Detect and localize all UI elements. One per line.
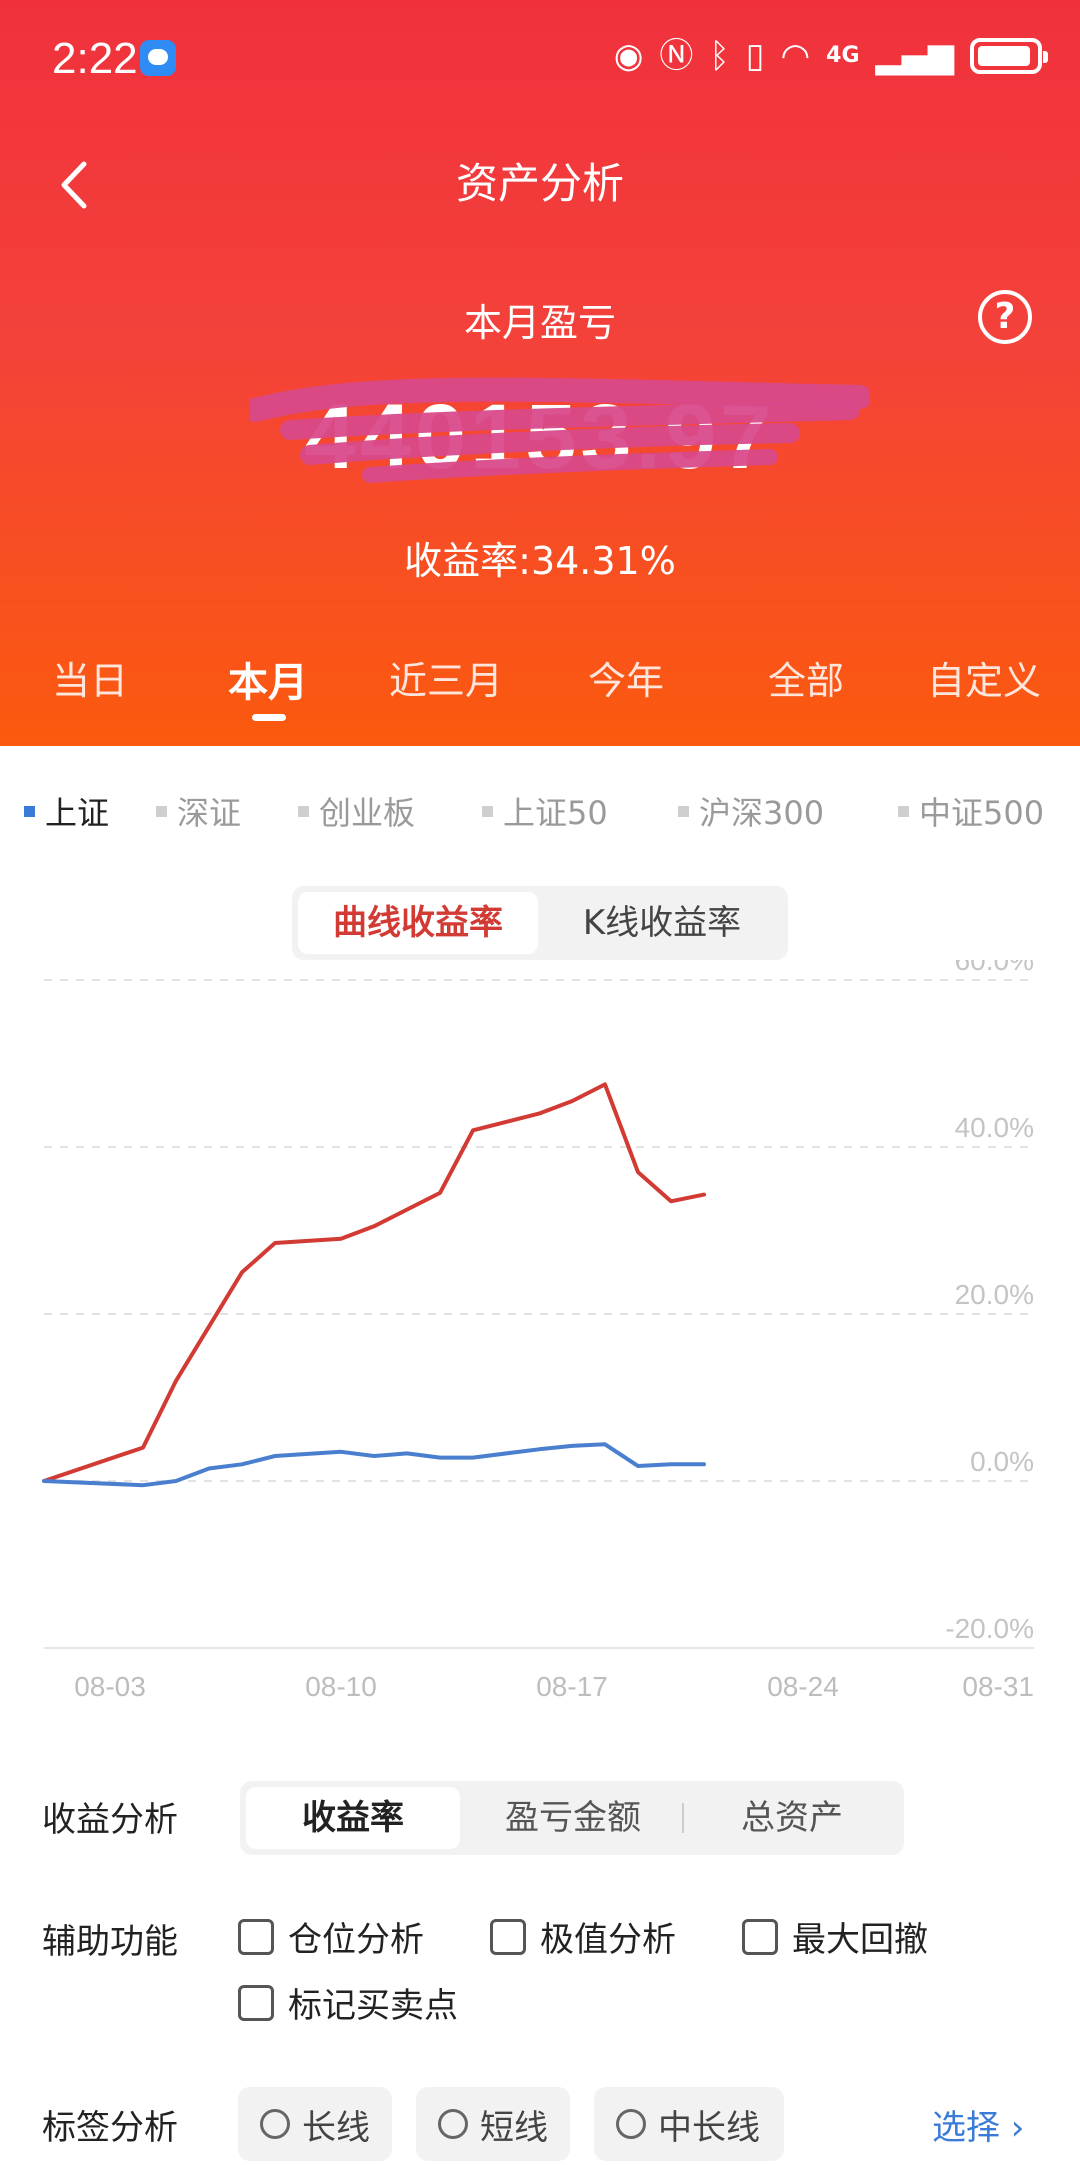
redaction-scribble — [250, 377, 870, 483]
status-bar: 2:22 ◉ Ⓝ ᛒ ▯ ◠ 4G ▂▄▆ — [0, 0, 1080, 115]
seg-total-assets[interactable]: 总资产 — [686, 1787, 898, 1849]
eye-icon: ◉ — [613, 36, 644, 76]
tab-today[interactable]: 当日 — [0, 650, 180, 705]
index-dot-icon — [482, 805, 493, 817]
radio-icon — [616, 2109, 646, 2139]
checkbox-mark-trades[interactable]: 标记买卖点 — [238, 1978, 458, 2027]
nfc-icon: Ⓝ — [659, 36, 694, 76]
index-dot-icon — [24, 805, 35, 817]
active-tab-indicator — [252, 714, 286, 721]
signal-icon: ▂▄▆ — [875, 36, 954, 76]
x-tick-label: 08-24 — [767, 1671, 839, 1702]
checkbox-position-analysis[interactable]: 仓位分析 — [238, 1912, 424, 1961]
seg-pl-amount[interactable]: 盈亏金额 — [466, 1787, 680, 1849]
profit-analysis-segment: 收益率 盈亏金额 总资产 — [240, 1781, 904, 1855]
y-tick-label: 20.0% — [955, 1279, 1034, 1310]
status-icons: ◉ Ⓝ ᛒ ▯ ◠ 4G ▂▄▆ — [613, 32, 1048, 80]
y-tick-label: 0.0% — [970, 1446, 1034, 1477]
tag-mid-long-term[interactable]: 中长线 — [594, 2087, 784, 2161]
yield-line-chart: 60.0% 40.0% 20.0% 0.0% -20.0% 08-03 08-10 08-17… — [42, 960, 1034, 1702]
header: 2:22 ◉ Ⓝ ᛒ ▯ ◠ 4G ▂▄▆ 资产分析 本月盈亏 ? 440153… — [0, 0, 1080, 746]
checkbox-max-drawdown[interactable]: 最大回撤 — [742, 1912, 928, 1961]
toggle-kline-yield[interactable]: K线收益率 — [542, 892, 782, 954]
index-selector: 上证 深证 创业板 上证50 沪深300 中证500 — [0, 788, 1080, 844]
tag-analysis-label: 标签分析 — [42, 2108, 178, 2148]
x-tick-label: 08-31 — [962, 1671, 1034, 1702]
index-shenzhen[interactable]: 深证 — [156, 788, 241, 834]
tab-three-months[interactable]: 近三月 — [356, 650, 536, 705]
checkbox-icon — [490, 1918, 526, 1955]
network-type-icon: 4G — [826, 43, 860, 68]
tag-short-term[interactable]: 短线 — [416, 2087, 570, 2161]
yield-rate: 收益率:34.31% — [404, 539, 676, 583]
tab-all[interactable]: 全部 — [716, 650, 896, 705]
index-sse50[interactable]: 上证50 — [482, 788, 608, 834]
checkbox-extreme-analysis[interactable]: 极值分析 — [490, 1912, 676, 1961]
status-time: 2:22 — [52, 34, 138, 83]
tag-select-link[interactable]: 选择 › — [932, 2100, 1024, 2149]
radio-icon — [260, 2109, 290, 2139]
battery-icon — [970, 38, 1048, 74]
index-csi300[interactable]: 沪深300 — [678, 788, 824, 834]
chart-type-toggle: 曲线收益率 K线收益率 — [292, 886, 788, 960]
period-tabs: 当日 本月 近三月 今年 全部 自定义 — [0, 650, 1080, 720]
x-tick-label: 08-03 — [74, 1671, 146, 1702]
index-shanghai[interactable]: 上证 — [24, 788, 109, 834]
checkbox-icon — [238, 1918, 274, 1955]
x-tick-label: 08-17 — [536, 1671, 608, 1702]
y-tick-label: 40.0% — [955, 1112, 1034, 1143]
tab-this-month[interactable]: 本月 — [178, 650, 358, 708]
checkbox-icon — [742, 1918, 778, 1955]
aux-functions-label: 辅助功能 — [42, 1922, 178, 1962]
series-line-index — [42, 1442, 706, 1488]
segment-divider — [682, 1803, 684, 1833]
index-dot-icon — [298, 805, 309, 817]
x-tick-label: 08-10 — [305, 1671, 377, 1702]
index-dot-icon — [678, 805, 689, 817]
series-line-portfolio — [42, 1082, 706, 1483]
bluetooth-icon: ᛒ — [709, 36, 730, 76]
tab-custom[interactable]: 自定义 — [894, 650, 1074, 705]
y-tick-label: 60.0% — [955, 960, 1034, 976]
help-icon[interactable]: ? — [978, 290, 1032, 344]
wifi-icon: ◠ — [780, 36, 811, 76]
message-app-icon — [140, 40, 176, 76]
index-chinext[interactable]: 创业板 — [298, 788, 415, 834]
page-title: 资产分析 — [455, 159, 624, 208]
month-pl-label: 本月盈亏 — [463, 301, 616, 345]
toggle-curve-yield[interactable]: 曲线收益率 — [298, 892, 538, 954]
tag-long-term[interactable]: 长线 — [238, 2087, 392, 2161]
y-tick-label: -20.0% — [945, 1613, 1034, 1644]
index-dot-icon — [898, 805, 909, 817]
radio-icon — [438, 2109, 468, 2139]
checkbox-icon — [238, 1984, 274, 2021]
vibrate-icon: ▯ — [745, 36, 765, 76]
tab-this-year[interactable]: 今年 — [536, 650, 716, 705]
seg-yield-rate[interactable]: 收益率 — [246, 1787, 460, 1849]
index-dot-icon — [156, 805, 167, 817]
profit-analysis-label: 收益分析 — [42, 1800, 178, 1840]
index-csi500[interactable]: 中证500 — [898, 788, 1044, 834]
